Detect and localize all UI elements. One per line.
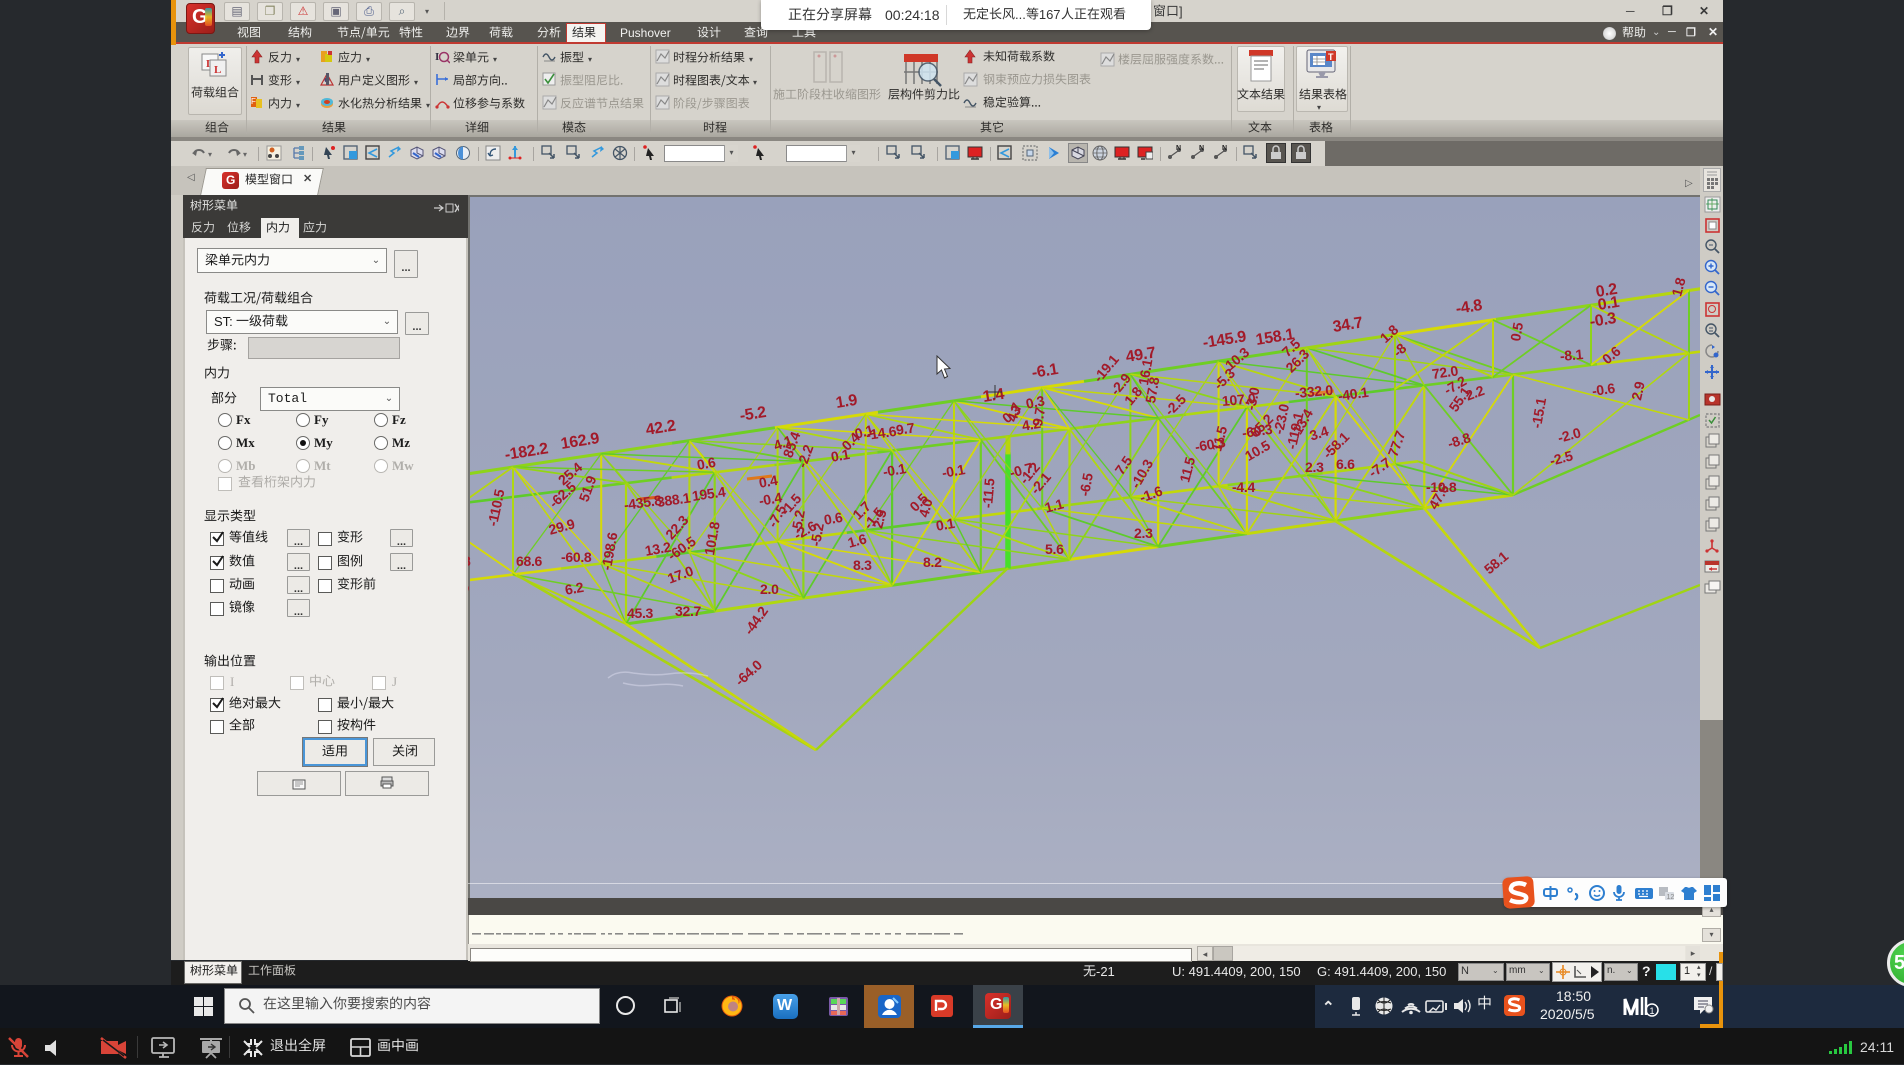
svg-text:T: T: [1328, 52, 1334, 62]
svg-text:N: N: [1222, 145, 1227, 152]
svg-text:F: F: [251, 97, 256, 106]
svg-text:N: N: [1176, 145, 1181, 152]
svg-text:I: I: [435, 51, 439, 63]
svg-text:N: N: [1199, 145, 1204, 152]
svg-text:12: 12: [1667, 894, 1675, 901]
svg-text:L: L: [214, 64, 221, 76]
svg-text:1: 1: [1650, 1006, 1655, 1016]
